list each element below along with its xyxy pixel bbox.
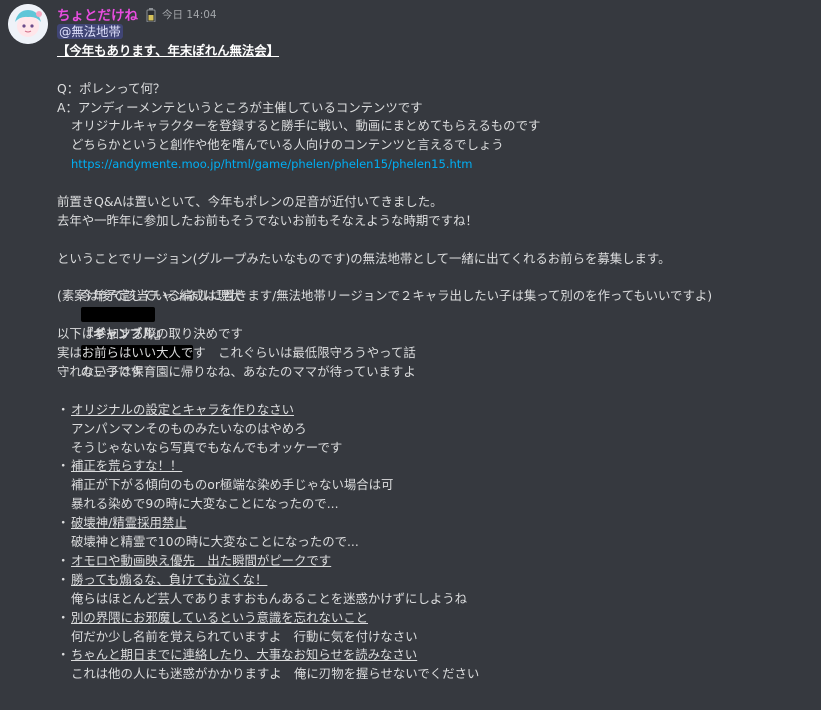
rule-heading: 補正を荒らすな！！: [71, 458, 183, 474]
rules-intro-1: 以下は参加する際の取り決めです: [57, 326, 243, 342]
rule-detail: 何だか少し名前を覚えられていますよ 行動に気を付けなさい: [71, 628, 418, 644]
question-line: Q：ポレンって何？: [57, 80, 166, 96]
rule-detail: アンパンマンそのものみたいなのはやめろ: [71, 420, 307, 436]
message-header: ちょとだけね 今日 14:04: [57, 4, 217, 24]
timestamp[interactable]: 今日 14:04: [162, 7, 217, 22]
rule-detail: これは他の人にも迷惑がかかりますよ 俺に刃物を握らせないでください: [71, 666, 480, 682]
recruit-line-2: 今年予定している編成は現状 『ギャンブル』 の三つです: [57, 269, 817, 379]
message-content: @無法地帯 【今年もあります、年末ぽれん無法会】 Q：ポレンって何？ A：アンデ…: [57, 23, 817, 684]
answer-line-2: オリジナルキャラクターを登録すると勝手に戦い、動画にまとめてもらえるものです: [71, 118, 541, 134]
username[interactable]: ちょとだけね: [57, 4, 138, 24]
bullet: ・: [57, 552, 70, 568]
bullet: ・: [57, 609, 70, 625]
rule-detail: 破壊神と精霊で10の時に大変なことになったので...: [71, 534, 359, 550]
rule-detail: 俺らはほとんど芸人でありますおもんあることを迷惑かけずにしようね: [71, 590, 468, 606]
bullet: ・: [57, 401, 70, 417]
message-title: 【今年もあります、年末ぽれん無法会】: [57, 42, 280, 58]
recruit-line-1: ということでリージョン(グループみたいなものです)の無法地帯として一緒に出てくれ…: [57, 250, 671, 266]
rule-heading: ちゃんと期日までに連絡したり、大事なお知らせを読みなさい: [71, 647, 418, 663]
chat-message: ちょとだけね 今日 14:04 @無法地帯 【今年もあります、年末ぽれん無法会】…: [0, 0, 821, 710]
rule-heading: オリジナルの設定とキャラを作りなさい: [71, 401, 295, 417]
rule-heading: 勝っても煽るな、負けても泣くな！: [71, 571, 268, 587]
rule-heading: 破壊神/精霊採用禁止: [71, 515, 187, 531]
avatar-image: [8, 4, 48, 44]
rule-detail: 暴れる染めで9の時に大変なことになったので...: [71, 496, 339, 512]
answer-line-3: どちらかというと創作や他を嗜んでいる人向けのコンテンツと言えるでしょう: [71, 137, 504, 153]
rules-intro-3: 守れない子は保育園に帰りなね、あなたのママが待っていますよ: [57, 364, 416, 380]
bullet: ・: [57, 647, 70, 663]
rule-detail: そうじゃないなら写真でもなんでもオッケーです: [71, 439, 343, 455]
spoiler-block-1[interactable]: [80, 307, 155, 323]
rule-heading: 別の界隈にお邪魔しているという意識を忘れないこと: [71, 609, 369, 625]
phelen-link[interactable]: https://andymente.moo.jp/html/game/phele…: [71, 157, 472, 171]
role-mention[interactable]: @無法地帯: [57, 24, 123, 39]
answer-line: A：アンディーメンテというところが主催しているコンテンツです: [57, 99, 423, 115]
rule-detail: 補正が下がる傾向のものor極端な染め手じゃない場合は可: [71, 477, 394, 493]
rule-heading: オモロや動画映え優先 出た瞬間がピークです: [71, 552, 332, 568]
avatar[interactable]: [8, 4, 48, 44]
intro-line-1: 前置きQ&Aは置いといて、今年もポレンの足音が近付いてきました。: [57, 194, 443, 210]
battery-icon: [146, 7, 156, 23]
rules-intro-2: 実はお前らはいい大人です これぐらいは最低限守ろうやって話: [57, 345, 416, 361]
intro-line-2: 去年や一昨年に参加したお前もそうでないお前もそなえような時期ですね！: [57, 212, 478, 228]
bullet: ・: [57, 515, 70, 531]
bullet: ・: [57, 571, 70, 587]
bullet: ・: [57, 458, 70, 474]
recruit-line-3: (素案は後で該当チャンネルに置きます/無法地帯リージョンで２キャラ出したい子は集…: [57, 288, 713, 304]
